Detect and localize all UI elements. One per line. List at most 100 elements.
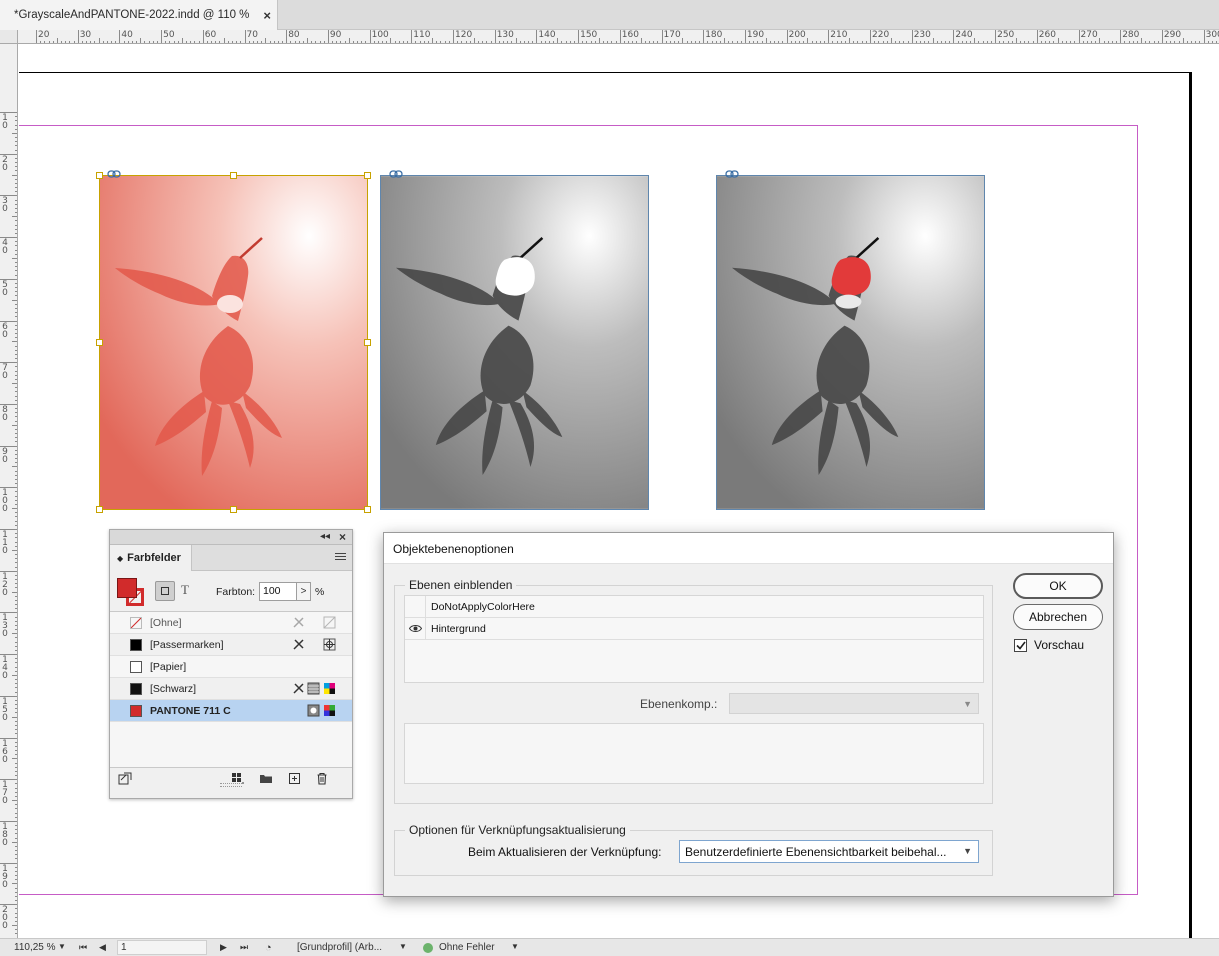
handle-middle-left[interactable]: [96, 339, 103, 346]
ruler-minor-tick: [15, 558, 17, 560]
ruler-minor-tick: [12, 508, 17, 510]
layer-row-donotapply[interactable]: DoNotApplyColorHere: [405, 596, 983, 618]
profile-dropdown-icon[interactable]: ▼: [399, 942, 407, 951]
open-in-window-icon[interactable]: ◔: [265, 942, 272, 954]
layer-visibility-toggle[interactable]: [405, 618, 426, 639]
page-number-field[interactable]: 1: [117, 940, 207, 955]
ruler-label: 190: [746, 30, 765, 40]
fill-swatch[interactable]: [117, 578, 137, 598]
document-tab[interactable]: *GrayscaleAndPANTONE-2022.indd @ 110 % ×: [0, 0, 278, 30]
ruler-origin[interactable]: [0, 30, 18, 44]
image-frame-grayscale[interactable]: [380, 175, 649, 510]
collapse-panel-icon[interactable]: ◂◂: [320, 530, 330, 544]
tint-input[interactable]: 100: [259, 582, 297, 601]
panel-menu-icon[interactable]: [335, 553, 346, 562]
ruler-minor-tick: [15, 478, 17, 480]
swatch-row-paper[interactable]: [Papier]: [110, 656, 352, 678]
preview-checkbox[interactable]: [1014, 639, 1027, 652]
link-update-select[interactable]: Benutzerdefinierte Ebenensichtbarkeit be…: [679, 840, 979, 863]
swatch-row-none[interactable]: [Ohne]: [110, 612, 352, 634]
swatch-row-pantone[interactable]: PANTONE 711 C: [110, 700, 352, 722]
ruler-label: 280: [1122, 30, 1140, 40]
vertical-ruler[interactable]: 1 0 2 0 3 0 4 0 5 0 6 0 7 0 8 0 9 0 1 0 0 1 1 0 1 2…: [0, 44, 18, 938]
swatch-row-black[interactable]: [Schwarz]: [110, 678, 352, 700]
ruler-label: 90: [329, 30, 342, 40]
cancel-button[interactable]: Abbrechen: [1013, 604, 1103, 630]
ruler-minor-tick: [298, 41, 300, 43]
ruler-minor-tick: [12, 841, 17, 843]
handle-middle-right[interactable]: [364, 339, 371, 346]
previous-page-icon[interactable]: ◀: [99, 942, 106, 953]
ok-button[interactable]: OK: [1013, 573, 1103, 599]
ruler-minor-tick: [1065, 41, 1067, 43]
ruler-minor-tick: [15, 333, 17, 334]
ruler-minor-tick: [465, 41, 467, 43]
image-frame-pantone[interactable]: [716, 175, 985, 510]
ruler-minor-tick: [15, 866, 17, 868]
zoom-dropdown-icon[interactable]: ▼: [58, 942, 66, 951]
new-swatch-icon[interactable]: [288, 772, 302, 785]
ruler-minor-tick: [632, 41, 634, 43]
link-icon[interactable]: [107, 170, 121, 178]
add-swatch-to-cc-icon[interactable]: [118, 772, 132, 785]
tint-slider-button[interactable]: >: [297, 582, 311, 601]
ruler-minor-tick: [15, 458, 17, 460]
errors-dropdown-icon[interactable]: ▼: [511, 942, 519, 951]
ruler-minor-tick: [12, 674, 17, 676]
ruler-minor-tick: [532, 41, 534, 43]
ruler-minor-tick: [1003, 41, 1005, 43]
link-icon[interactable]: [725, 170, 739, 178]
close-tab-icon[interactable]: ×: [263, 8, 271, 23]
page-edge-right: [1189, 72, 1192, 938]
first-page-icon[interactable]: ⏮: [79, 942, 87, 953]
ruler-minor-tick: [90, 41, 92, 43]
new-color-group-icon[interactable]: [259, 772, 273, 785]
ruler-minor-tick: [140, 38, 142, 43]
ruler-minor-tick: [315, 41, 317, 43]
handle-top-left[interactable]: [96, 172, 103, 179]
ruler-minor-tick: [461, 41, 463, 43]
trash-icon[interactable]: [315, 772, 329, 785]
next-page-icon[interactable]: ▶: [220, 942, 227, 953]
ruler-label: 120: [455, 30, 473, 40]
ruler-minor-tick: [12, 716, 17, 718]
ruler-tick: [1120, 30, 1122, 43]
horizontal-ruler[interactable]: 20 30 40 50 60 70 80 90 100 110 120 130 140 150 160 170…: [18, 30, 1219, 44]
swatch-chip: [130, 661, 142, 673]
ruler-tick: [36, 30, 37, 43]
ruler-minor-tick: [665, 41, 667, 43]
ruler-minor-tick: [131, 41, 133, 43]
layer-row-hintergrund[interactable]: Hintergrund: [405, 618, 983, 640]
ruler-minor-tick: [15, 412, 17, 414]
layer-visibility-toggle[interactable]: [405, 596, 426, 617]
resize-grip[interactable]: [220, 783, 242, 787]
link-icon[interactable]: [389, 170, 403, 178]
ruler-label: 1 1 0: [2, 530, 8, 556]
handle-top-right[interactable]: [364, 172, 371, 179]
handle-bottom-center[interactable]: [230, 506, 237, 513]
ruler-minor-tick: [15, 428, 17, 430]
zoom-level[interactable]: 110,25 %: [14, 942, 56, 953]
layer-comp-select[interactable]: ▼: [729, 693, 979, 714]
formatting-affects-container-button[interactable]: [155, 581, 175, 601]
handle-top-center[interactable]: [230, 172, 237, 179]
dialog-title[interactable]: Objektebenenoptionen: [384, 533, 1113, 564]
ruler-label: 60: [204, 30, 217, 40]
preview-label[interactable]: Vorschau: [1034, 638, 1084, 652]
ruler-minor-tick: [15, 295, 17, 297]
ruler-label: 270: [1080, 30, 1098, 40]
close-panel-icon[interactable]: ×: [339, 530, 346, 544]
formatting-affects-text-button[interactable]: T: [181, 582, 189, 598]
preflight-errors[interactable]: Ohne Fehler: [439, 942, 495, 953]
swatches-panel-titlebar[interactable]: ◂◂ ×: [110, 530, 352, 545]
swatch-row-registration[interactable]: [Passermarken]: [110, 634, 352, 656]
ruler-minor-tick: [15, 274, 17, 276]
ruler-minor-tick: [15, 595, 17, 597]
preflight-profile[interactable]: [Grundprofil] (Arb...: [297, 942, 382, 953]
tab-swatches[interactable]: ◆ Farbfelder: [110, 545, 192, 571]
handle-bottom-right[interactable]: [364, 506, 371, 513]
ruler-minor-tick: [978, 41, 980, 43]
ruler-minor-tick: [15, 245, 17, 247]
handle-bottom-left[interactable]: [96, 506, 103, 513]
last-page-icon[interactable]: ⏭: [240, 942, 248, 953]
